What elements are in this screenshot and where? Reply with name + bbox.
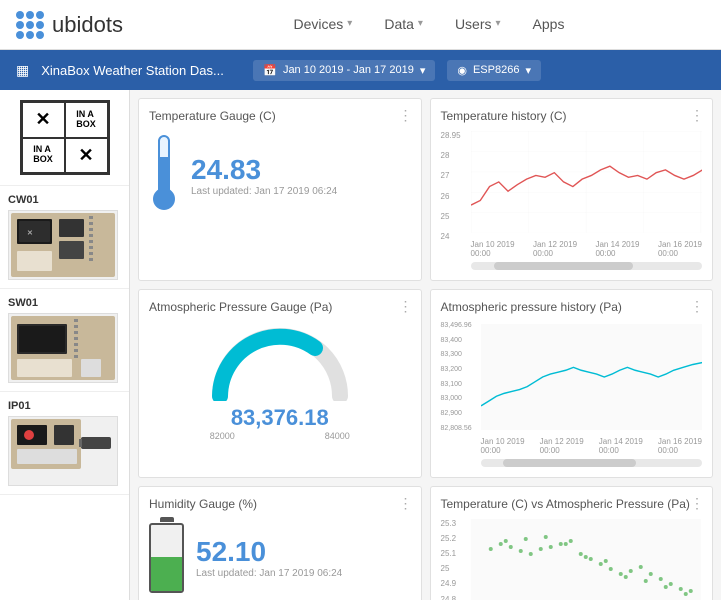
device-cw01-label: CW01 [8, 194, 121, 206]
y-axis-labels: 28.95 28 27 26 25 24 [441, 131, 461, 241]
temp-history-title: Temperature history (C) [441, 109, 703, 123]
humidity-gauge-title: Humidity Gauge (%) [149, 497, 411, 511]
humidity-gauge-content: 52.10 Last updated: Jan 17 2019 06:24 [149, 519, 411, 597]
chip-icon: ◉ [457, 64, 467, 77]
chevron-down-icon: ▾ [347, 18, 352, 29]
pressure-gauge-title: Atmospheric Pressure Gauge (Pa) [149, 300, 411, 314]
chevron-down-icon: ▾ [525, 64, 531, 77]
pressure-x-labels: Jan 10 201900:00 Jan 12 201900:00 Jan 14… [481, 437, 703, 455]
calendar-icon: 📅 [263, 64, 277, 77]
nav-devices[interactable]: Devices ▾ [278, 0, 369, 50]
sidebar: ✕ IN ABOX IN ABOX ✕ CW01 ✕ [0, 90, 130, 600]
device-selector[interactable]: ◉ ESP8266 ▾ [447, 60, 541, 81]
pressure-history-chart [481, 322, 703, 432]
nav-menu: Devices ▾ Data ▾ Users ▾ Apps [153, 0, 705, 50]
temp-vs-pressure-title: Temperature (C) vs Atmospheric Pressure … [441, 497, 703, 511]
widget-temp-gauge: Temperature Gauge (C) ⋮ 24.83 Last updat… [138, 98, 422, 281]
humidity-last-updated: Last updated: Jan 17 2019 06:24 [196, 568, 342, 579]
widget-menu-icon[interactable]: ⋮ [690, 298, 704, 315]
widget-menu-icon[interactable]: ⋮ [399, 298, 413, 315]
logo-ina-box2: IN ABOX [22, 138, 65, 174]
widget-menu-icon[interactable]: ⋮ [399, 495, 413, 512]
widget-humidity-gauge: Humidity Gauge (%) ⋮ 52.10 Last updated:… [138, 486, 422, 600]
nav-users[interactable]: Users ▾ [439, 0, 517, 50]
logo-x-icon: ✕ [22, 102, 65, 138]
temp-value: 24.83 [191, 154, 337, 186]
widget-temp-history: Temperature history (C) ⋮ 28.95 28 27 26… [430, 98, 714, 281]
widget-pressure-gauge: Atmospheric Pressure Gauge (Pa) ⋮ 83,376… [138, 289, 422, 478]
humidity-value: 52.10 [196, 536, 342, 568]
chevron-down-icon: ▾ [420, 64, 426, 77]
temp-last-updated: Last updated: Jan 17 2019 06:24 [191, 186, 337, 197]
pressure-value: 83,376.18 [231, 405, 329, 431]
x-axis-labels: Jan 10 201900:00 Jan 12 201900:00 Jan 14… [471, 240, 703, 258]
pressure-range-labels: 82000 84000 [210, 431, 350, 441]
pressure-history-title: Atmospheric pressure history (Pa) [441, 300, 703, 314]
temp-gauge-content: 24.83 Last updated: Jan 17 2019 06:24 [149, 131, 411, 219]
logo-ina-box: IN ABOX [65, 102, 108, 138]
device-cw01-image: ✕ [8, 210, 118, 280]
chart-scroll[interactable] [471, 262, 703, 270]
sidebar-device-ip01[interactable]: IP01 [0, 392, 129, 495]
date-range-picker[interactable]: 📅 Jan 10 2019 - Jan 17 2019 ▾ [253, 60, 435, 81]
pressure-y-axis: 83,496.96 83,400 83,300 83,200 83,100 83… [441, 322, 472, 432]
widget-menu-icon[interactable]: ⋮ [399, 107, 413, 124]
device-sw01-label: SW01 [8, 297, 121, 309]
temp-history-chart [471, 131, 703, 233]
semicircle-gauge [210, 326, 350, 401]
dashboard-icon: ▦ [16, 62, 29, 79]
temp-gauge-title: Temperature Gauge (C) [149, 109, 411, 123]
ubidots-logo-dots [16, 11, 44, 39]
battery-top [160, 517, 174, 522]
pressure-gauge-content: 83,376.18 82000 84000 [149, 322, 411, 445]
device-ip01-label: IP01 [8, 400, 121, 412]
sidebar-device-cw01[interactable]: CW01 ✕ [0, 186, 129, 289]
device-ip01-image [8, 416, 118, 486]
scatter-y-axis: 25.3 25.2 25.1 25 24.9 24.8 24.6 [441, 519, 457, 600]
logo-x-icon2: ✕ [65, 138, 108, 174]
ubidots-logo-text: ubidots [52, 12, 123, 38]
chevron-down-icon: ▾ [496, 18, 501, 29]
svg-text:✕: ✕ [27, 230, 33, 237]
battery-icon [149, 523, 184, 593]
sidebar-logo: ✕ IN ABOX IN ABOX ✕ [0, 90, 129, 186]
chevron-down-icon: ▾ [418, 18, 423, 29]
device-sw01-image [8, 313, 118, 383]
thermometer-icon [149, 135, 179, 215]
widget-menu-icon[interactable]: ⋮ [690, 107, 704, 124]
sidebar-device-sw01[interactable]: SW01 [0, 289, 129, 392]
subnav: ▦ XinaBox Weather Station Das... 📅 Jan 1… [0, 50, 721, 90]
widget-pressure-history: Atmospheric pressure history (Pa) ⋮ 83,4… [430, 289, 714, 478]
widget-temp-vs-pressure: Temperature (C) vs Atmospheric Pressure … [430, 486, 714, 600]
widget-menu-icon[interactable]: ⋮ [690, 495, 704, 512]
scatter-chart [469, 519, 703, 600]
logo-area: ubidots [16, 11, 123, 39]
chart-scroll2[interactable] [481, 459, 703, 467]
dashboard-title: XinaBox Weather Station Das... [41, 63, 241, 78]
navbar: ubidots Devices ▾ Data ▾ Users ▾ Apps [0, 0, 721, 50]
nav-apps[interactable]: Apps [517, 0, 581, 50]
main-content: ✕ IN ABOX IN ABOX ✕ CW01 ✕ [0, 90, 721, 600]
dashboard: Temperature Gauge (C) ⋮ 24.83 Last updat… [130, 90, 721, 600]
nav-data[interactable]: Data ▾ [368, 0, 439, 50]
